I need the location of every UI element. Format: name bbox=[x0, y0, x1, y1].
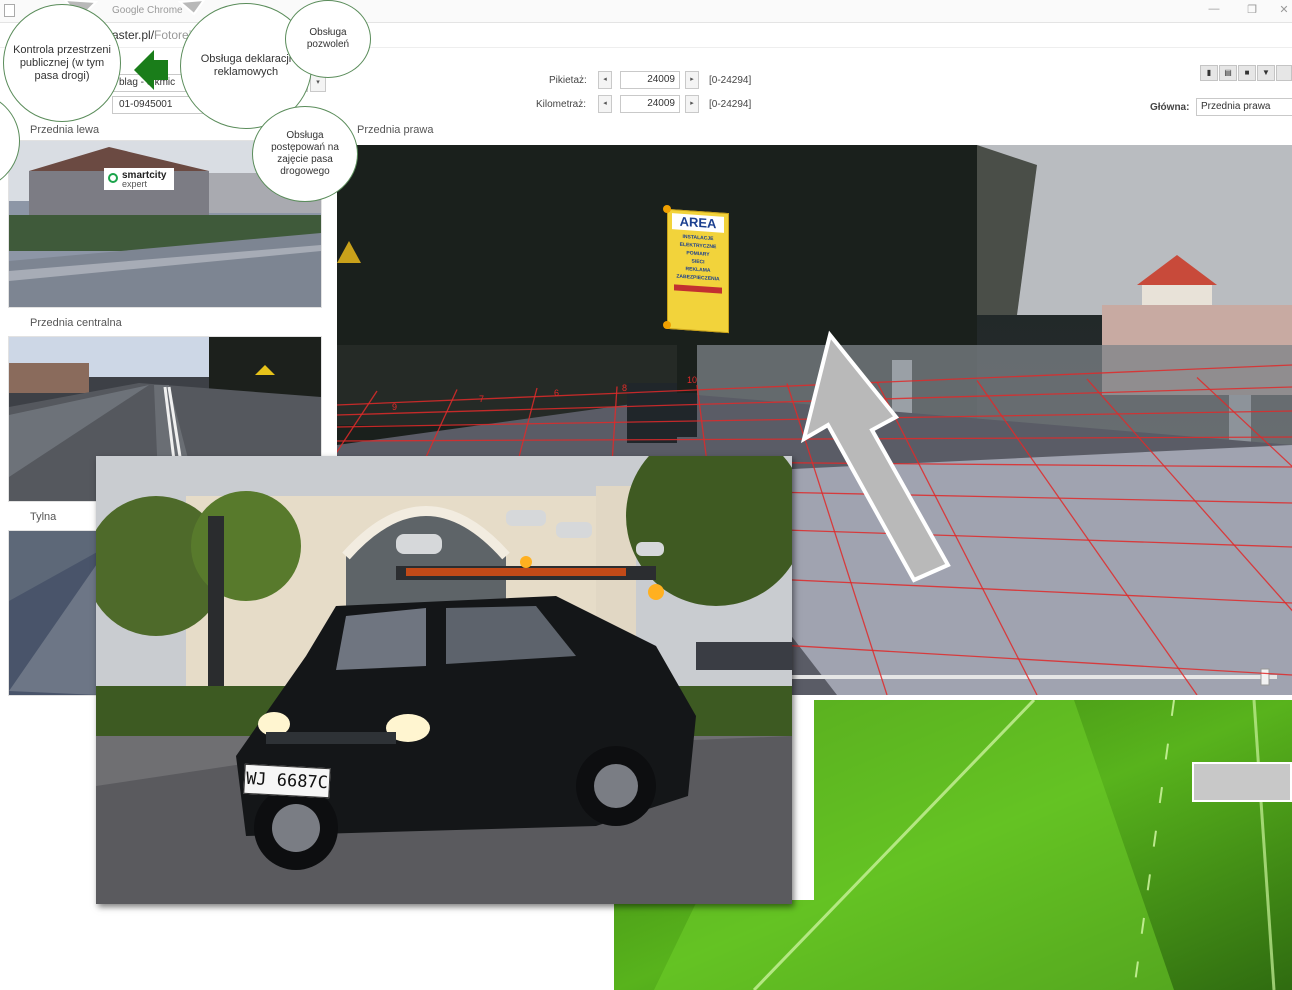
restore-button[interactable]: ❐ bbox=[1244, 3, 1260, 16]
pikietaz-value: 24009 bbox=[647, 74, 675, 85]
panel-title-main: Przednia prawa bbox=[357, 124, 434, 136]
sign-marker-bottom[interactable] bbox=[663, 321, 671, 329]
grid-line bbox=[1196, 377, 1292, 468]
advert-sign-heading: AREA bbox=[672, 213, 724, 233]
panel-title-rear: Tylna bbox=[30, 511, 57, 523]
bubble-kontrola: Kontrola przestrzeni publicznej (w tym p… bbox=[3, 4, 121, 122]
glowna-select[interactable]: Przednia prawa bbox=[1196, 98, 1292, 116]
more-icon[interactable] bbox=[1276, 65, 1292, 81]
grid-number: 6 bbox=[554, 388, 560, 398]
kilometraz-input[interactable]: 24009 bbox=[620, 95, 680, 113]
survey-car-photo: WJ 6687C bbox=[96, 456, 792, 904]
kilometraz-range: [0-24294] bbox=[709, 99, 752, 110]
url-host: aster.pl/ bbox=[112, 28, 155, 42]
marker-icon[interactable]: ▼ bbox=[1257, 65, 1275, 81]
minimize-button[interactable]: — bbox=[1206, 3, 1222, 15]
grid-number: 10 bbox=[687, 375, 698, 385]
advert-sign-lines: INSTALACJE ELEKTRYCZNE POMIARY SIECI REKLAMA… bbox=[668, 232, 728, 284]
sign-marker-top[interactable] bbox=[663, 205, 671, 213]
page-icon bbox=[4, 4, 15, 17]
window-title: Google Chrome bbox=[112, 5, 183, 16]
kilometraz-label: Kilometraż: bbox=[536, 99, 587, 110]
advert-sign-arrow bbox=[674, 284, 722, 294]
pikietaz-range: [0-24294] bbox=[709, 75, 752, 86]
arrow-up-icon bbox=[800, 330, 951, 583]
grid-number: 8 bbox=[622, 383, 628, 393]
kilometraz-prev-button[interactable]: ◂ bbox=[598, 95, 612, 113]
license-plate-text: WJ 6687C bbox=[245, 768, 329, 794]
video-icon[interactable]: ■ bbox=[1238, 65, 1256, 81]
pikietaz-next-button[interactable]: ▸ bbox=[685, 71, 699, 89]
watermark-sub: expert bbox=[122, 179, 148, 189]
bubble-postepowania: Obsługa postępowań na zajęcie pasa drogo… bbox=[252, 106, 358, 202]
pikietaz-prev-button[interactable]: ◂ bbox=[598, 71, 612, 89]
grid-number: 7 bbox=[479, 394, 485, 404]
smartcity-watermark: smartcity expert bbox=[104, 168, 174, 190]
pikietaz-input[interactable]: 24009 bbox=[620, 71, 680, 89]
arrow-left-icon bbox=[134, 50, 168, 90]
kilometraz-next-button[interactable]: ▸ bbox=[685, 95, 699, 113]
bubble-pozwolenia: Obsługa pozwoleń bbox=[285, 0, 371, 78]
grid-number: 9 bbox=[392, 402, 398, 412]
url-text[interactable]: aster.pl/Fotorej bbox=[112, 28, 191, 42]
glowna-value: Przednia prawa bbox=[1201, 101, 1271, 112]
grey-arrow-bar bbox=[1192, 762, 1292, 802]
panel-title-left-front: Przednia lewa bbox=[30, 124, 100, 136]
license-plate: WJ 6687C bbox=[243, 763, 331, 799]
panel-title-center-front: Przednia centralna bbox=[30, 317, 122, 329]
kilometraz-value: 24009 bbox=[647, 98, 675, 109]
film-icon[interactable]: ▤ bbox=[1219, 65, 1237, 81]
advert-sign[interactable]: AREA INSTALACJE ELEKTRYCZNE POMIARY SIECI RE… bbox=[667, 208, 729, 334]
grid-line bbox=[1086, 378, 1292, 612]
pikietaz-label: Pikietaż: bbox=[549, 75, 587, 86]
session-id-value: 01-0945001 bbox=[119, 99, 173, 110]
glowna-label: Główna: bbox=[1150, 102, 1190, 113]
close-button[interactable]: ✕ bbox=[1276, 3, 1292, 16]
camera-icon[interactable]: ▮ bbox=[1200, 65, 1218, 81]
smartcity-logo-icon bbox=[108, 173, 118, 183]
